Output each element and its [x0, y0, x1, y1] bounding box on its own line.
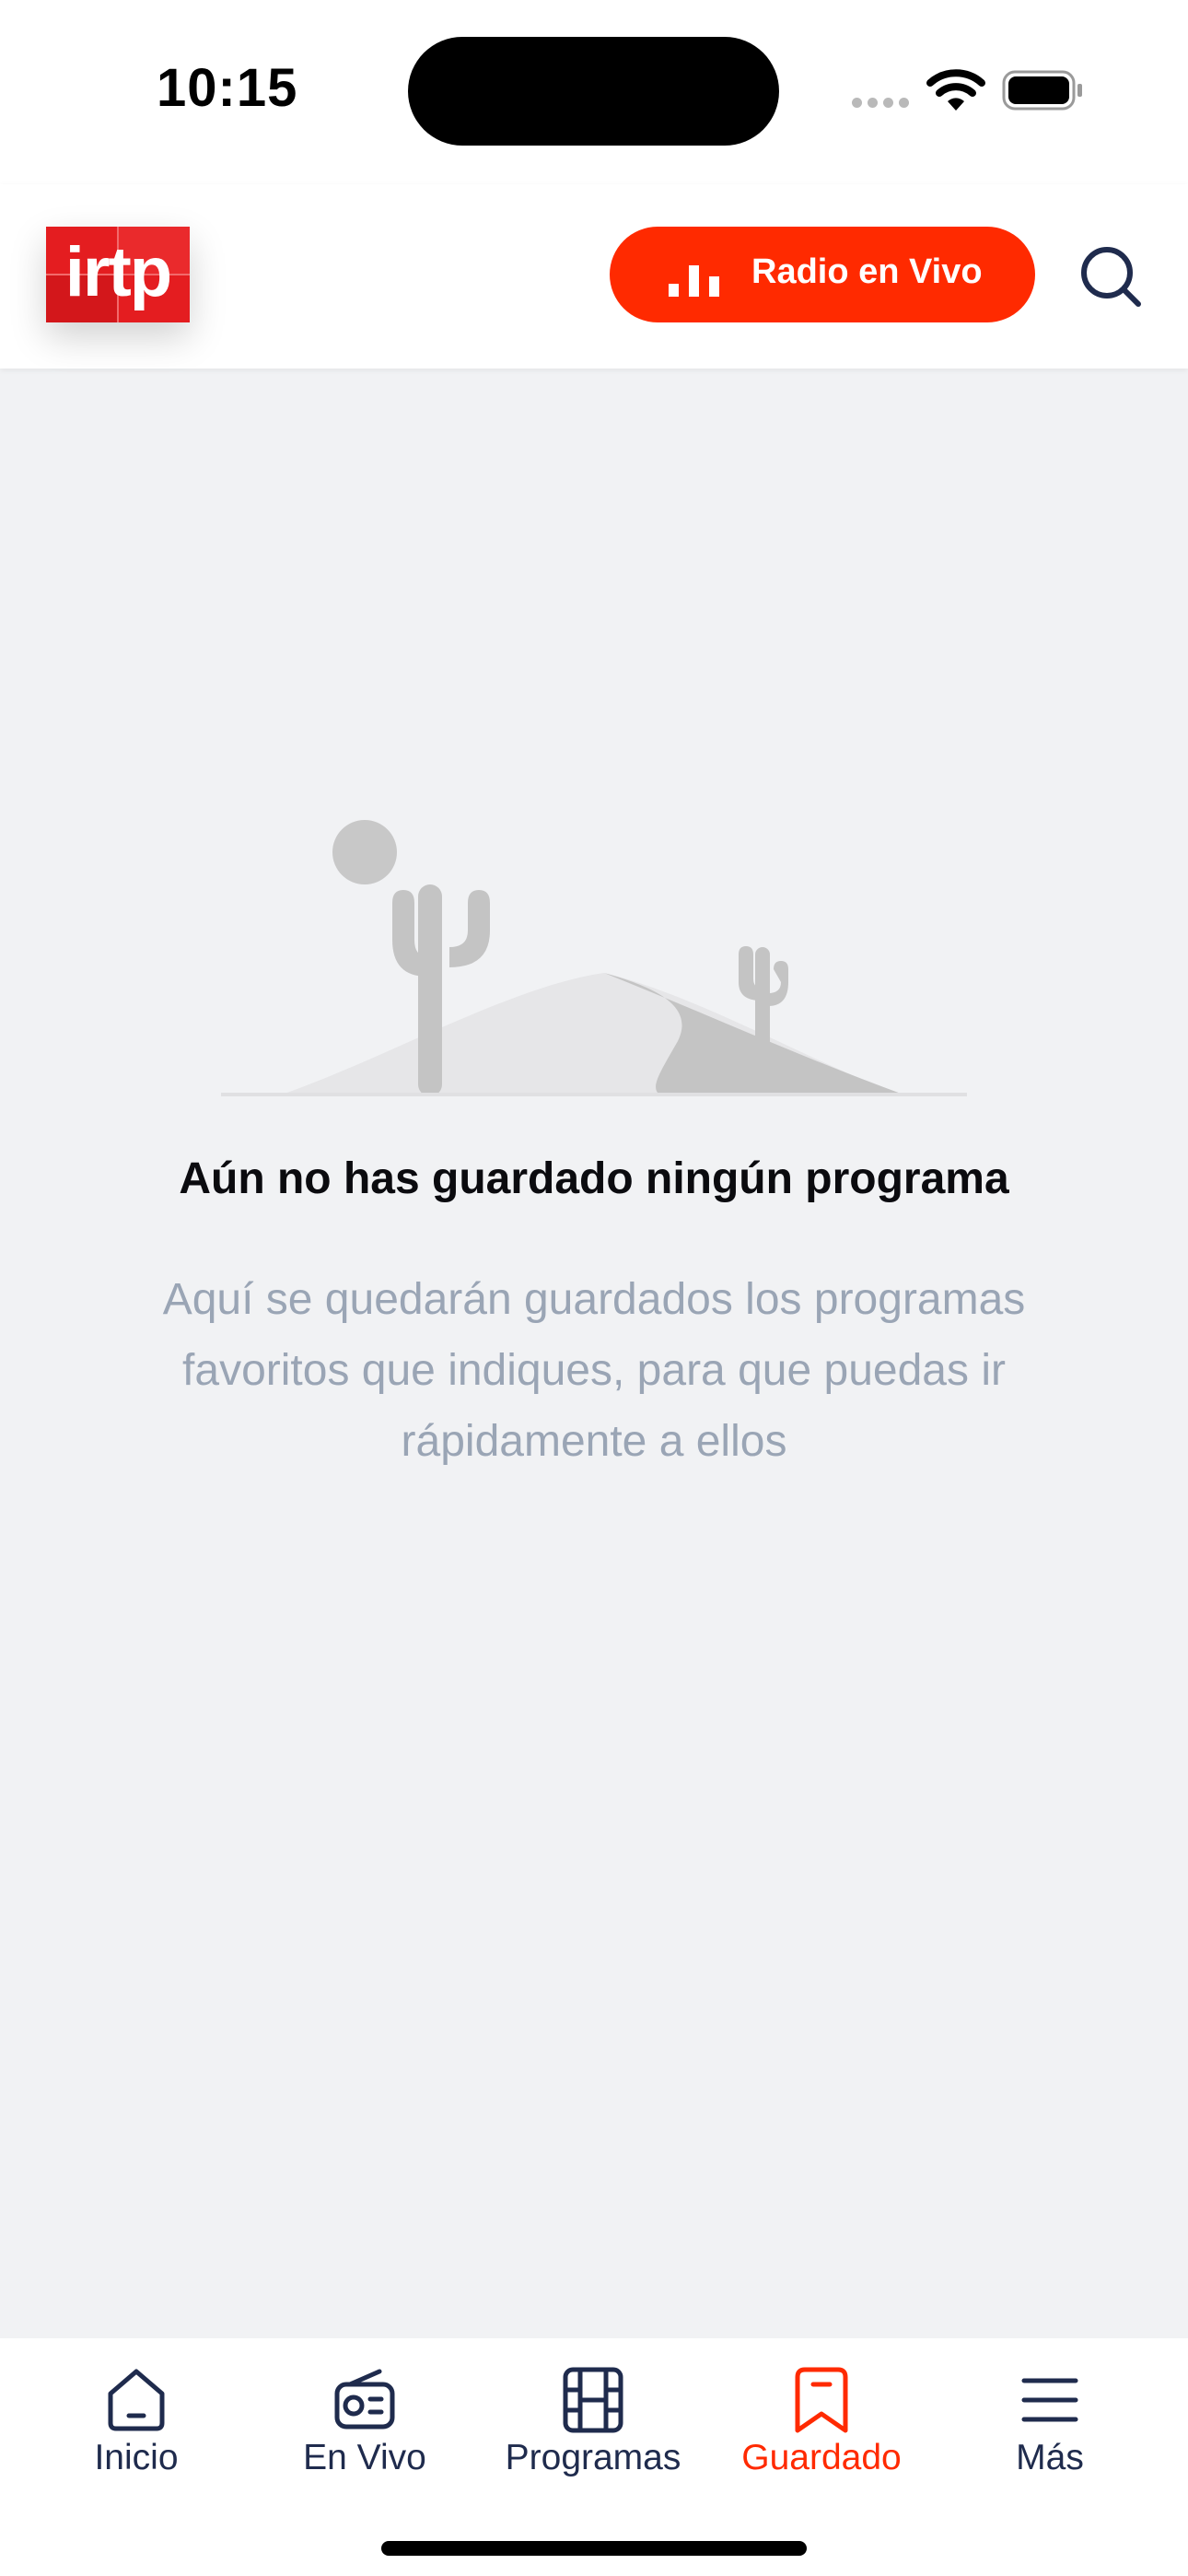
tab-guardado-label: Guardado [741, 2438, 902, 2477]
tab-en-vivo[interactable]: En Vivo [250, 2338, 479, 2486]
desert-cactus-illustration [221, 820, 967, 1096]
status-bar: 10:15 [0, 0, 1188, 184]
battery-icon [1002, 70, 1082, 111]
tab-programas[interactable]: Programas [479, 2338, 707, 2486]
tab-inicio-label: Inicio [94, 2438, 179, 2477]
cellular-signal-icon [852, 98, 911, 109]
app-header: irtp Radio en Vivo [0, 184, 1188, 369]
equalizer-bars-icon [669, 265, 719, 297]
logo-text: irtp [64, 233, 172, 311]
tab-mas[interactable]: Más [936, 2338, 1164, 2486]
irtp-logo[interactable]: irtp [46, 227, 190, 322]
search-icon[interactable] [1077, 243, 1144, 310]
empty-state-title: Aún no has guardado ningún programa [179, 1154, 1009, 1203]
bookmark-icon [795, 2367, 848, 2433]
wifi-icon [926, 69, 985, 111]
dynamic-island [408, 37, 779, 146]
radio-icon [334, 2369, 395, 2430]
radio-live-label: Radio en Vivo [751, 252, 983, 291]
radio-live-button[interactable]: Radio en Vivo [610, 227, 1035, 322]
tab-guardado[interactable]: Guardado [707, 2338, 936, 2486]
film-icon [563, 2367, 623, 2433]
home-indicator[interactable] [381, 2541, 807, 2556]
saved-programs-screen: 10:15 irtp Radio en Vivo Aún no has guar… [0, 0, 1188, 2576]
tab-mas-label: Más [1016, 2438, 1084, 2477]
tab-programas-label: Programas [505, 2438, 681, 2477]
menu-icon [1021, 2378, 1078, 2422]
tab-en-vivo-label: En Vivo [303, 2438, 426, 2477]
empty-state-description: Aquí se quedarán guardados los programas… [162, 1275, 1026, 1466]
home-icon [108, 2369, 165, 2431]
status-time: 10:15 [157, 58, 298, 118]
tab-inicio[interactable]: Inicio [22, 2338, 250, 2486]
